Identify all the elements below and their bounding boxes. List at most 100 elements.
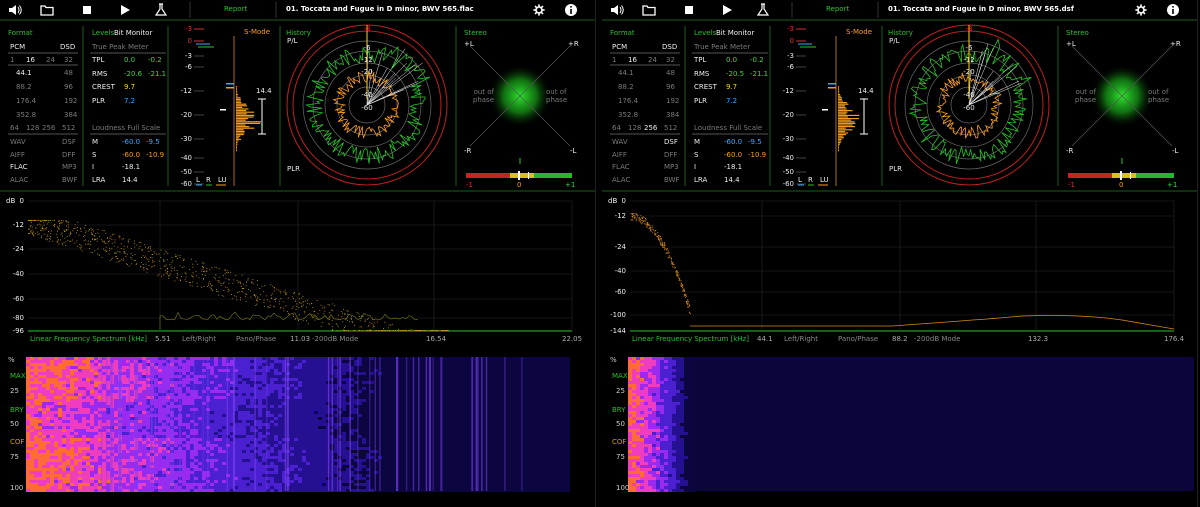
spectrum-mode-button[interactable]: Pano/Phase [236, 335, 276, 343]
bitdepth-option[interactable]: 16 [628, 56, 637, 64]
samplerate-pcm[interactable]: 176.4 [618, 97, 638, 105]
spectrum-y-tick: -60 [12, 295, 24, 303]
volume-icon[interactable] [610, 3, 624, 17]
dsd-multiple[interactable]: 256 [644, 124, 657, 132]
flask-icon[interactable] [154, 3, 168, 17]
meter-legend-item: R [206, 176, 211, 184]
filetype-option[interactable]: WAV [612, 138, 628, 146]
dsd-label: DSD [60, 43, 76, 51]
spectrum-mode-button[interactable]: Left/Right [182, 335, 216, 343]
dsd-multiple[interactable]: 64 [612, 124, 621, 132]
dsd-multiple[interactable]: 128 [628, 124, 641, 132]
volume-icon[interactable] [8, 3, 22, 17]
bit-monitor-button[interactable]: Bit Monitor [114, 29, 152, 37]
dsd-multiple[interactable]: 512 [664, 124, 677, 132]
history-ring-label: -6 [965, 44, 973, 52]
play-icon[interactable] [118, 3, 132, 17]
report-button[interactable]: Report [826, 5, 849, 13]
filetype-option[interactable]: MP3 [62, 163, 77, 171]
spectrum-x-tick: 16.54 [426, 335, 447, 343]
dsd-multiple[interactable]: 64 [10, 124, 19, 132]
samplerate-dsd[interactable]: 192 [64, 97, 77, 105]
info-icon[interactable] [1166, 3, 1180, 17]
folder-icon[interactable] [40, 3, 54, 17]
smode-toggle[interactable]: S-Mode [244, 28, 270, 36]
smode-toggle[interactable]: S-Mode [846, 28, 872, 36]
meter-legend-item: L [196, 176, 200, 184]
spectrum-x-tick: 88.2 [892, 335, 908, 343]
stop-icon[interactable] [682, 3, 696, 17]
dsd-multiple[interactable]: 256 [42, 124, 55, 132]
analyzer-panel: Report 01. Toccata and Fugue in D minor, … [0, 0, 596, 507]
correlation-scale: +1 [565, 181, 576, 189]
filetype-option[interactable]: ALAC [10, 176, 28, 184]
samplerate-dsd[interactable]: 96 [64, 83, 73, 91]
loudness-title: Loudness Full Scale [694, 124, 763, 132]
history-ring-label: -6 [363, 44, 371, 52]
bitdepth-option[interactable]: 1 [10, 56, 14, 64]
spectrum-mode-button[interactable]: Pano/Phase [838, 335, 878, 343]
samplerate-pcm[interactable]: 44.1 [16, 69, 32, 77]
loudness-row-value: -18.1 [122, 163, 141, 171]
out-of-phase-left: out of phase [1074, 88, 1096, 104]
filetype-option[interactable]: DFF [62, 151, 75, 159]
info-icon[interactable] [564, 3, 578, 17]
bitdepth-option[interactable]: 16 [26, 56, 35, 64]
loudness-title: Loudness Full Scale [92, 124, 161, 132]
filetype-option[interactable]: BWF [62, 176, 78, 184]
out-of-phase-right: out of phase [546, 88, 568, 104]
samplerate-dsd[interactable]: 48 [64, 69, 73, 77]
samplerate-pcm[interactable]: 176.4 [16, 97, 36, 105]
spectrum-mode-button[interactable]: -200dB Mode [312, 335, 358, 343]
bitdepth-option[interactable]: 1 [612, 56, 616, 64]
spectrogram-tick: 75 [10, 453, 19, 461]
panel-graphics [602, 2, 1197, 492]
samplerate-pcm[interactable]: 352.8 [16, 111, 36, 119]
spectrum-mode-button[interactable]: Left/Right [784, 335, 818, 343]
filetype-option[interactable]: ALAC [612, 176, 630, 184]
dsd-multiple[interactable]: 512 [62, 124, 75, 132]
level-row-value: -20.5 [726, 69, 745, 78]
dsd-multiple[interactable]: 128 [26, 124, 39, 132]
filetype-option[interactable]: FLAC [612, 163, 630, 171]
bit-monitor-button[interactable]: Bit Monitor [716, 29, 754, 37]
meter-scale-tick: -50 [180, 168, 192, 176]
samplerate-pcm[interactable]: 352.8 [618, 111, 638, 119]
samplerate-pcm[interactable]: 44.1 [618, 69, 634, 77]
folder-icon[interactable] [642, 3, 656, 17]
filetype-option[interactable]: AIFF [10, 151, 25, 159]
gear-icon[interactable] [1134, 3, 1148, 17]
spectrum-mode-button[interactable]: -200dB Mode [914, 335, 960, 343]
meter-scale-tick: -30 [782, 135, 794, 143]
spectrogram-tick: 50 [10, 420, 19, 428]
samplerate-pcm[interactable]: 88.2 [16, 83, 32, 91]
filetype-option[interactable]: DSF [62, 138, 76, 146]
play-icon[interactable] [720, 3, 734, 17]
filetype-option[interactable]: WAV [10, 138, 26, 146]
samplerate-dsd[interactable]: 384 [64, 111, 77, 119]
samplerate-dsd[interactable]: 48 [666, 69, 675, 77]
filetype-option[interactable]: DSF [664, 138, 678, 146]
level-row-value: 0.0 [726, 56, 738, 64]
bitdepth-option[interactable]: 24 [648, 56, 657, 64]
report-button[interactable]: Report [224, 5, 247, 13]
plr-value: 14.4 [858, 87, 874, 95]
filetype-option[interactable]: FLAC [10, 163, 28, 171]
filetype-option[interactable]: DFF [664, 151, 677, 159]
bitdepth-option[interactable]: 24 [46, 56, 55, 64]
bitdepth-option[interactable]: 32 [666, 56, 675, 64]
bitdepth-option[interactable]: 32 [64, 56, 73, 64]
meter-scale-tick: -50 [782, 168, 794, 176]
filetype-option[interactable]: BWF [664, 176, 680, 184]
meter-legend-item: LU [218, 176, 227, 184]
samplerate-dsd[interactable]: 96 [666, 83, 675, 91]
filetype-option[interactable]: AIFF [612, 151, 627, 159]
filetype-option[interactable]: MP3 [664, 163, 679, 171]
samplerate-pcm[interactable]: 88.2 [618, 83, 634, 91]
gear-icon[interactable] [532, 3, 546, 17]
stop-icon[interactable] [80, 3, 94, 17]
flask-icon[interactable] [756, 3, 770, 17]
spectrum-title: Linear Frequency Spectrum [kHz] [632, 335, 749, 343]
samplerate-dsd[interactable]: 192 [666, 97, 679, 105]
samplerate-dsd[interactable]: 384 [666, 111, 679, 119]
